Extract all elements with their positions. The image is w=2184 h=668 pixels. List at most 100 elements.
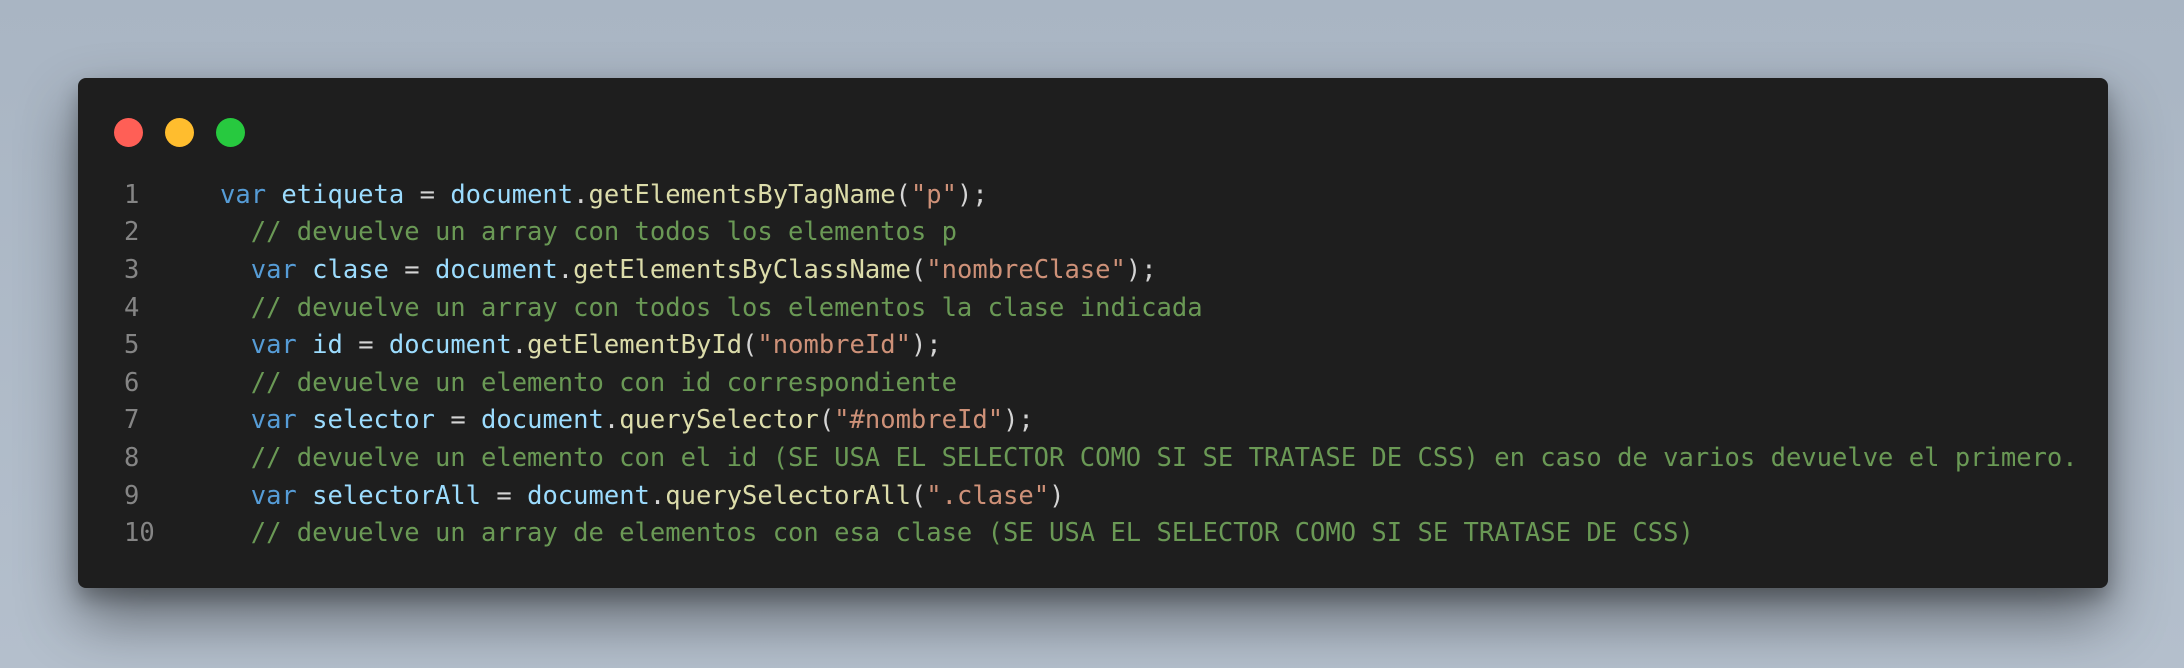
token-op — [297, 481, 312, 511]
line-number: 7 — [124, 405, 140, 436]
token-kw: var — [220, 179, 267, 210]
line-number: 8 — [124, 442, 140, 473]
code-content: // devuelve un array de elementos con es… — [220, 518, 1694, 548]
code-line: 4 // devuelve un array con todos los ele… — [78, 289, 2108, 327]
code-content: var selectorAll = document.querySelector… — [220, 480, 1065, 511]
token-cm: // devuelve un array con todos los eleme… — [250, 292, 1203, 323]
token-op — [297, 405, 312, 435]
token-kw: var — [250, 330, 297, 361]
code-line: 6 // devuelve un elemento con id corresp… — [78, 364, 2108, 402]
code-block: 1 var etiqueta = document.getElementsByTa… — [78, 176, 2108, 552]
token-var: document — [434, 254, 558, 285]
line-number: 6 — [124, 367, 140, 398]
token-var: etiqueta — [281, 179, 405, 210]
token-op: ( — [818, 405, 835, 436]
token-op: = — [404, 179, 451, 210]
code-content: var id = document.getElementById("nombre… — [220, 330, 942, 360]
code-content: var selector = document.querySelector("#… — [220, 405, 1034, 435]
token-op: . — [603, 405, 620, 436]
token-op: ( — [910, 480, 927, 511]
token-op — [297, 255, 312, 285]
token-var: selector — [312, 405, 435, 436]
code-content: // devuelve un elemento con el id (SE US… — [220, 443, 2078, 473]
code-line: 10 // devuelve un array de elementos con… — [78, 514, 2108, 552]
token-kw: var — [250, 254, 297, 285]
token-cm: // devuelve un array con todos los eleme… — [250, 217, 957, 248]
line-number: 2 — [124, 217, 140, 248]
token-str: "#nombreId" — [834, 405, 1004, 436]
code-line: 1 var etiqueta = document.getElementsByTa… — [78, 176, 2108, 214]
token-op — [266, 180, 281, 210]
token-op: . — [557, 254, 574, 285]
token-str: "nombreId" — [757, 330, 911, 361]
code-line: 9 var selectorAll = document.querySelect… — [78, 477, 2108, 515]
token-op: ); — [956, 179, 988, 210]
token-op: ); — [1003, 405, 1034, 436]
token-op: ); — [910, 330, 942, 361]
token-fn: querySelectorAll — [665, 480, 911, 511]
token-fn: getElementsByTagName — [588, 179, 896, 210]
close-dot-icon[interactable] — [114, 118, 143, 147]
token-op: ( — [895, 179, 911, 210]
token-var: clase — [312, 254, 389, 285]
token-cm: // devuelve un array de elementos con es… — [250, 518, 1694, 549]
line-number: 4 — [124, 292, 140, 323]
code-line: 7 var selector = document.querySelector(… — [78, 402, 2108, 440]
token-var: id — [312, 330, 343, 361]
token-op — [297, 330, 312, 360]
code-content: // devuelve un array con todos los eleme… — [220, 217, 957, 247]
token-op: ); — [1125, 254, 1157, 285]
code-window: 1 var etiqueta = document.getElementsByTa… — [78, 78, 2108, 588]
token-op: ) — [1049, 480, 1065, 511]
token-op: = — [342, 330, 389, 361]
token-op: . — [649, 480, 666, 511]
token-kw: var — [250, 405, 297, 436]
token-cm: // devuelve un elemento con el id (SE US… — [250, 442, 2078, 473]
code-line: 3 var clase = document.getElementsByClas… — [78, 251, 2108, 289]
token-fn: querySelector — [619, 405, 819, 436]
token-fn: getElementsByClassName — [573, 254, 911, 285]
token-str: "nombreClase" — [926, 254, 1126, 285]
code-line: 5 var id = document.getElementById("nomb… — [78, 326, 2108, 364]
minimize-dot-icon[interactable] — [165, 118, 194, 147]
token-cm: // devuelve un elemento con id correspon… — [250, 367, 957, 398]
token-var: selectorAll — [312, 480, 482, 511]
line-number: 3 — [124, 254, 140, 285]
token-op: . — [573, 179, 589, 210]
token-var: document — [527, 480, 650, 511]
code-content: // devuelve un array con todos los eleme… — [220, 293, 1203, 323]
token-fn: getElementById — [527, 330, 743, 361]
token-op: = — [481, 480, 528, 511]
code-content: var clase = document.getElementsByClassN… — [220, 255, 1157, 285]
token-var: document — [450, 179, 574, 210]
token-var: document — [481, 405, 604, 436]
token-str: ".clase" — [926, 480, 1050, 511]
token-op: ( — [910, 254, 927, 285]
token-op: ( — [742, 330, 758, 361]
code-content: // devuelve un elemento con id correspon… — [220, 368, 957, 398]
token-var: document — [388, 330, 512, 361]
code-content: var etiqueta = document.getElementsByTag… — [220, 180, 988, 210]
code-line: 8 // devuelve un elemento con el id (SE … — [78, 439, 2108, 477]
token-op: = — [434, 405, 482, 436]
line-number: 1 — [124, 179, 140, 210]
token-str: "p" — [910, 179, 957, 210]
maximize-dot-icon[interactable] — [216, 118, 245, 147]
line-number: 10 — [124, 518, 155, 549]
token-kw: var — [250, 480, 297, 511]
token-op: = — [388, 254, 435, 285]
line-number: 5 — [124, 330, 140, 361]
line-number: 9 — [124, 480, 140, 511]
window-controls — [114, 118, 245, 147]
token-op: . — [511, 330, 528, 361]
code-line: 2 // devuelve un array con todos los ele… — [78, 214, 2108, 252]
